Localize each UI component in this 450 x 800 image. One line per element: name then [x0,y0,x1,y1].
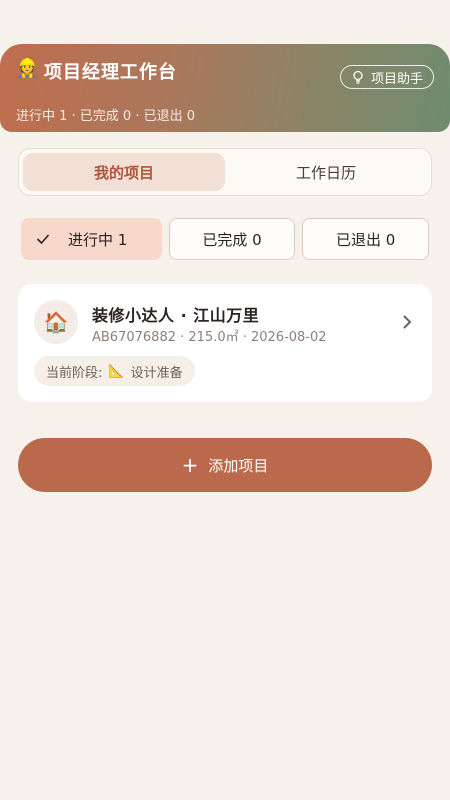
tab-work-calendar[interactable]: 工作日历 [225,153,427,191]
status-filters: 进行中 1 已完成 0 已退出 0 [21,218,430,260]
current-stage-badge: 当前阶段: 📐 设计准备 [34,356,195,386]
filter-label: 进行中 1 [68,230,128,249]
filter-exited[interactable]: 已退出 0 [302,218,430,260]
triangle-ruler-icon: 📐 [108,363,125,379]
project-card[interactable]: 🏠 装修小达人 · 江山万里 AB67076882 · 215.0㎡ · 202… [18,284,432,402]
view-tabs: 我的项目 工作日历 [18,148,432,196]
stage-value: 设计准备 [130,365,183,381]
filter-in-progress[interactable]: 进行中 1 [21,218,162,260]
filter-completed[interactable]: 已完成 0 [168,218,296,260]
project-meta: AB67076882 · 215.0㎡ · 2026-08-02 [92,330,327,345]
project-assistant-button[interactable]: 项目助手 [339,65,434,89]
add-project-button[interactable]: + 添加项目 [18,438,432,492]
lightbulb-icon [353,70,363,84]
tab-my-projects[interactable]: 我的项目 [23,153,225,191]
stage-label: 当前阶段: [46,365,103,381]
house-icon: 🏠 [34,300,78,344]
filter-label: 已完成 0 [202,230,262,249]
project-name: 装修小达人 · 江山万里 [92,306,260,325]
page-title: 项目经理工作台 [44,62,177,83]
filter-label: 已退出 0 [336,230,396,249]
status-summary: 进行中 1 · 已完成 0 · 已退出 0 [16,109,196,124]
app-screen: 👷 项目经理工作台 项目助手 进行中 1 · 已完成 0 · 已退出 0 我的项… [0,0,450,800]
checkmark-icon [36,234,50,245]
chevron-right-icon[interactable] [402,314,412,330]
header-banner: 👷 项目经理工作台 项目助手 进行中 1 · 已完成 0 · 已退出 0 [0,44,450,132]
assistant-label: 项目助手 [370,71,423,87]
worker-icon: 👷 [16,58,39,79]
plus-icon: + [181,453,199,477]
add-project-label: 添加项目 [208,456,269,475]
